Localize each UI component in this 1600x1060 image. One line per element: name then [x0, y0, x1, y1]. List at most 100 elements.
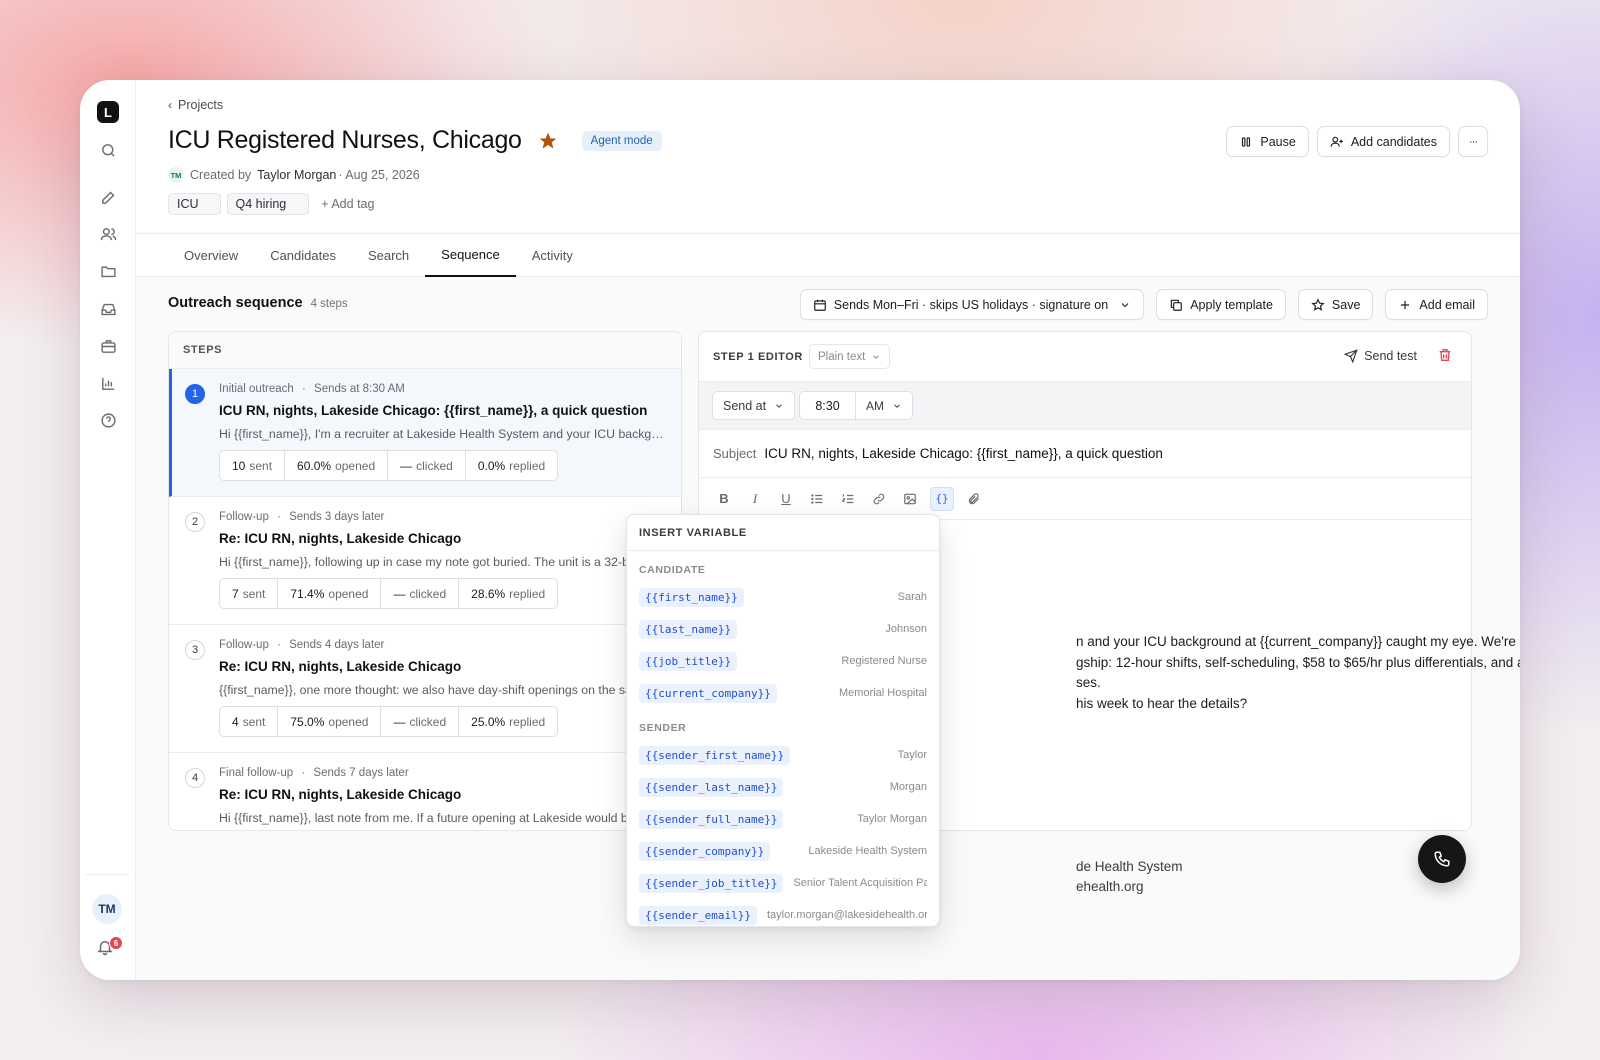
variable-sample: Memorial Hospital [838, 687, 927, 699]
more-options-button[interactable]: ··· [1458, 126, 1488, 157]
tab-search[interactable]: Search [352, 234, 425, 277]
tag-row: ICU Q4 hiring + Add tag [168, 193, 374, 215]
add-email-button[interactable]: Add email [1385, 289, 1488, 320]
step-stats: 10 sent 60.0% opened — clicked 0.0% replied [219, 450, 559, 481]
step-item-1[interactable]: 1 Initial outreach · Sends at 8:30 AM IC… [169, 369, 681, 497]
pencil-icon[interactable] [96, 185, 120, 209]
tag-q4-hiring[interactable]: Q4 hiring [226, 193, 310, 215]
breadcrumb[interactable]: ‹ Projects [168, 98, 223, 112]
attachment-icon[interactable] [963, 488, 985, 510]
variable-sample: Registered Nurse [841, 655, 927, 667]
variable-option[interactable]: {{sender_full_name}} Taylor Morgan [627, 803, 939, 835]
subject-label: Subject [713, 446, 757, 461]
step-number: 3 [185, 640, 205, 660]
breadcrumb-projects[interactable]: Projects [178, 98, 223, 112]
sequence-actions: Sends Mon–Fri · skips US holidays · sign… [799, 289, 1488, 320]
variable-option[interactable]: {{first_name}} Sarah [627, 581, 939, 613]
step-type: Follow-up [219, 511, 269, 523]
variable-option[interactable]: {{sender_job_title}} Senior Talent Acquis… [627, 867, 939, 899]
numbered-list-icon[interactable] [837, 488, 859, 510]
link-icon[interactable] [868, 488, 890, 510]
chevron-down-icon [873, 354, 880, 359]
sidebar: L TM 6 [80, 80, 136, 980]
call-button[interactable] [1418, 835, 1466, 883]
bar-chart-icon[interactable] [96, 371, 120, 395]
add-email-label: Add email [1419, 297, 1475, 312]
schedule-dropdown[interactable]: Sends Mon–Fri · skips US holidays · sign… [799, 289, 1145, 320]
step-stats: 4 sent 75.0% opened — clicked 25.0% replied [219, 706, 559, 737]
briefcase-icon[interactable] [96, 334, 120, 358]
stat-replied: 28.6% replied [471, 586, 546, 601]
ampm-select[interactable]: AM [856, 392, 912, 419]
subject-row[interactable]: Subject ICU RN, nights, Lakeside Chicago… [699, 430, 1471, 478]
apply-template-button[interactable]: Apply template [1156, 289, 1286, 320]
step-meta: Initial outreach · Sends at 8:30 AM [219, 383, 405, 395]
pause-label: Pause [1260, 134, 1296, 149]
ampm-value: AM [866, 398, 884, 413]
bullet-list-icon[interactable] [806, 488, 828, 510]
tab-activity[interactable]: Activity [516, 234, 589, 277]
variable-option[interactable]: {{sender_last_name}} Morgan [627, 771, 939, 803]
step-preview: {{first_name}}, one more thought: we als… [219, 683, 665, 697]
step-item-2[interactable]: 2 Follow-up · Sends 3 days later Re: ICU… [169, 497, 681, 625]
pause-button[interactable]: Pause [1226, 126, 1309, 157]
variable-option[interactable]: {{sender_first_name}} Taylor [627, 739, 939, 771]
send-test-button[interactable]: Send test [1344, 349, 1417, 363]
variable-token: {{sender_email}} [639, 905, 757, 925]
italic-icon[interactable]: I [744, 488, 766, 510]
steps-panel: STEPS 1 Initial outreach · Sends at 8:30… [168, 331, 682, 831]
tag-icu[interactable]: ICU [168, 193, 221, 215]
tab-overview[interactable]: Overview [168, 234, 254, 277]
send-test-label: Send test [1364, 349, 1417, 363]
send-at-select[interactable]: Send at [712, 391, 796, 420]
step-item-4[interactable]: 4 Final follow-up · Sends 7 days later R… [169, 753, 681, 830]
inbox-icon[interactable] [96, 297, 120, 321]
format-select[interactable]: Plain text [809, 344, 891, 369]
stat-sent: 7 sent [220, 579, 279, 608]
variable-option[interactable]: {{sender_email}} taylor.morgan@lakesidehe… [627, 899, 939, 926]
body-line: gship: 12-hour shifts, self-scheduling, … [1076, 654, 1520, 670]
search-icon[interactable] [96, 138, 120, 162]
steps-header: STEPS [169, 332, 681, 369]
star-icon[interactable] [538, 131, 558, 151]
stat-replied: 25.0% replied [471, 714, 546, 729]
save-button[interactable]: Save [1297, 289, 1374, 320]
editor-label: STEP 1 EDITOR [713, 351, 803, 363]
subject-input[interactable]: ICU RN, nights, Lakeside Chicago: {{firs… [764, 446, 1162, 461]
time-input[interactable]: 8:30 [800, 392, 856, 419]
user-plus-icon [1330, 136, 1343, 147]
help-icon[interactable] [96, 408, 120, 432]
variable-option[interactable]: {{job_title}} Registered Nurse [627, 645, 939, 677]
image-icon[interactable] [899, 488, 921, 510]
step-item-3[interactable]: 3 Follow-up · Sends 4 days later Re: ICU… [169, 625, 681, 753]
stat-replied: 0.0% replied [477, 458, 546, 473]
plus-icon [1401, 300, 1410, 309]
variable-sample: Lakeside Health System [808, 845, 927, 857]
insert-variable-icon[interactable]: {} [930, 486, 954, 511]
add-tag-button[interactable]: + Add tag [321, 197, 374, 211]
trash-icon[interactable] [1437, 347, 1453, 363]
step-meta: Follow-up · Sends 3 days later [219, 511, 385, 523]
chevron-left-icon: ‹ [168, 98, 172, 112]
tab-sequence[interactable]: Sequence [425, 234, 516, 277]
variable-token: {{current_company}} [639, 683, 777, 703]
email-body[interactable]: n and your ICU background at {{current_c… [1076, 632, 1520, 714]
bold-icon[interactable]: B [713, 488, 735, 510]
user-avatar[interactable]: TM [92, 894, 122, 924]
underline-icon[interactable]: U [775, 488, 797, 510]
phone-icon [1434, 851, 1450, 867]
created-date: · Aug 25, 2026 [338, 168, 420, 182]
stat-opened: 71.4% opened [278, 579, 382, 608]
apply-template-label: Apply template [1190, 297, 1273, 312]
step-subject: Re: ICU RN, nights, Lakeside Chicago [219, 659, 462, 674]
variable-token: {{first_name}} [639, 587, 744, 607]
variable-option[interactable]: {{last_name}} Johnson [627, 613, 939, 645]
folder-icon[interactable] [96, 259, 120, 283]
app-logo[interactable]: L [97, 101, 119, 123]
variable-option[interactable]: {{current_company}} Memorial Hospital [627, 677, 939, 709]
variable-sample: Johnson [885, 623, 927, 635]
variable-option[interactable]: {{sender_company}} Lakeside Health System [627, 835, 939, 867]
users-icon[interactable] [96, 222, 120, 246]
add-candidates-button[interactable]: Add candidates [1316, 126, 1450, 157]
tab-candidates[interactable]: Candidates [254, 234, 352, 277]
